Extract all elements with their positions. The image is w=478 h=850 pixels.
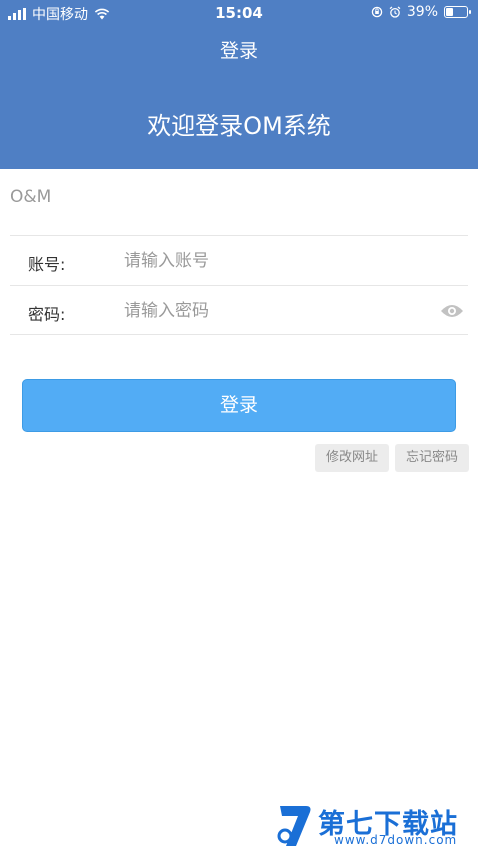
login-button[interactable]: 登录 bbox=[22, 379, 456, 432]
account-label: 账号: bbox=[28, 255, 66, 274]
password-row: 密码: bbox=[10, 287, 468, 336]
status-bar: 中国移动 15:04 39% bbox=[0, 0, 478, 24]
password-input[interactable] bbox=[124, 295, 424, 327]
status-right: 39% bbox=[371, 4, 471, 20]
divider bbox=[10, 235, 468, 236]
brand-label: O&M bbox=[10, 187, 52, 207]
nav-title: 登录 bbox=[219, 40, 258, 62]
eye-icon[interactable] bbox=[440, 303, 464, 319]
account-row: 账号: bbox=[10, 237, 468, 286]
alarm-icon bbox=[389, 6, 401, 18]
divider bbox=[10, 285, 468, 286]
battery-percent: 39% bbox=[406, 4, 438, 20]
divider bbox=[10, 334, 468, 335]
account-input[interactable] bbox=[124, 245, 424, 277]
battery-icon bbox=[444, 6, 471, 18]
watermark-url: www.d7down.com bbox=[334, 833, 458, 847]
watermark-logo-icon bbox=[277, 806, 311, 846]
welcome-text: 欢迎登录OM系统 bbox=[147, 112, 331, 140]
orientation-lock-icon bbox=[371, 6, 383, 18]
modify-url-button[interactable]: 修改网址 bbox=[315, 444, 389, 472]
password-label: 密码: bbox=[28, 305, 66, 324]
forgot-password-button[interactable]: 忘记密码 bbox=[395, 444, 469, 472]
watermark: 第七下载站 www.d7down.com bbox=[276, 802, 472, 850]
header: 中国移动 15:04 39% 登录 欢迎登录OM系统 bbox=[0, 0, 478, 169]
